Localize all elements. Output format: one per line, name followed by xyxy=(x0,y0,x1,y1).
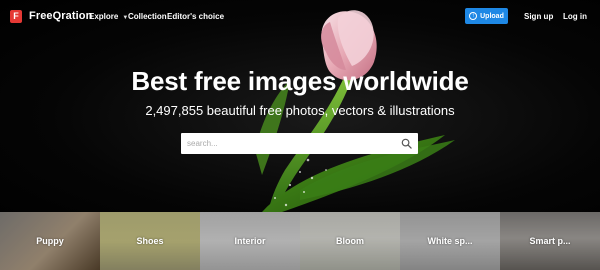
sign-up-link[interactable]: Sign up xyxy=(524,12,553,21)
category-tile-puppy[interactable]: Puppy xyxy=(0,212,100,270)
top-navigation: F FreeQration Explore ▼ Collection Editor… xyxy=(0,0,600,32)
upload-label: Upload xyxy=(480,12,504,20)
nav-explore-label: Explore xyxy=(89,12,119,21)
logo-icon[interactable]: F xyxy=(10,10,22,23)
hero-subline: 2,497,855 beautiful free photos, vectors… xyxy=(145,103,455,118)
nav-editors-choice[interactable]: Editor's choice xyxy=(167,12,224,21)
nav-explore[interactable]: Explore ▼ xyxy=(89,12,128,21)
category-strip: Puppy Shoes Interior Bloom White sp... S… xyxy=(0,212,600,270)
search-input[interactable] xyxy=(187,133,397,154)
log-in-link[interactable]: Log in xyxy=(563,12,587,21)
upload-button[interactable]: ↑ Upload xyxy=(465,8,508,24)
category-tile-smart-phone[interactable]: Smart p... xyxy=(500,212,600,270)
category-tile-bloom[interactable]: Bloom xyxy=(300,212,400,270)
category-label: Shoes xyxy=(136,236,164,246)
nav-collection[interactable]: Collection xyxy=(128,12,167,21)
category-label: Bloom xyxy=(336,236,364,246)
category-label: White sp... xyxy=(427,236,473,246)
category-tile-shoes[interactable]: Shoes xyxy=(100,212,200,270)
category-tile-interior[interactable]: Interior xyxy=(200,212,300,270)
search-icon[interactable] xyxy=(401,138,412,149)
hero-headline: Best free images worldwide xyxy=(131,66,469,96)
category-label: Interior xyxy=(234,236,266,246)
upload-icon: ↑ xyxy=(469,12,478,20)
brand-name[interactable]: FreeQration xyxy=(29,10,92,22)
search-bar xyxy=(181,133,418,154)
category-label: Puppy xyxy=(36,236,64,246)
category-label: Smart p... xyxy=(529,236,571,246)
category-tile-white-space[interactable]: White sp... xyxy=(400,212,500,270)
